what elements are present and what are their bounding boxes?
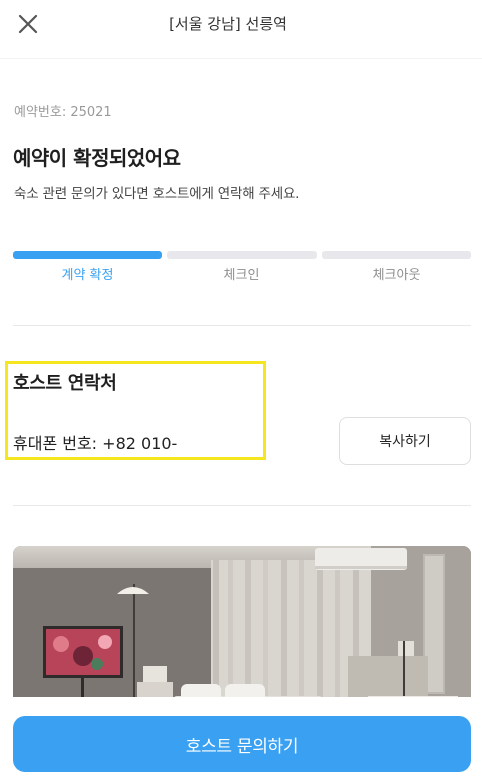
confirmation-subtext: 숙소 관련 문의가 있다면 호스트에게 연락해 주세요. (14, 186, 300, 202)
page-title: [서울 강남] 선릉역 (169, 15, 287, 33)
confirmation-headline: 예약이 확정되었어요 (13, 146, 181, 170)
reservation-number: 예약번호: 25021 (14, 105, 112, 120)
section-divider (13, 325, 471, 326)
host-phone-number: 휴대폰 번호: +82 010- (13, 434, 178, 453)
progress-segment-checkout (322, 251, 471, 259)
progress-segment-checkin (167, 251, 317, 259)
progress-segment-contract (13, 251, 162, 259)
copy-button[interactable]: 복사하기 (339, 417, 471, 465)
section-divider (13, 505, 471, 506)
top-bar: [서울 강남] 선릉역 (0, 0, 482, 50)
host-contact-title: 호스트 연락처 (13, 373, 117, 394)
reservation-progress-bar (13, 251, 471, 259)
contact-host-button[interactable]: 호스트 문의하기 (13, 716, 471, 772)
header-divider (0, 58, 482, 59)
step-label-checkin: 체크인 (223, 268, 260, 283)
step-label-contract: 계약 확정 (61, 268, 114, 283)
step-label-checkout: 체크아웃 (372, 268, 421, 283)
